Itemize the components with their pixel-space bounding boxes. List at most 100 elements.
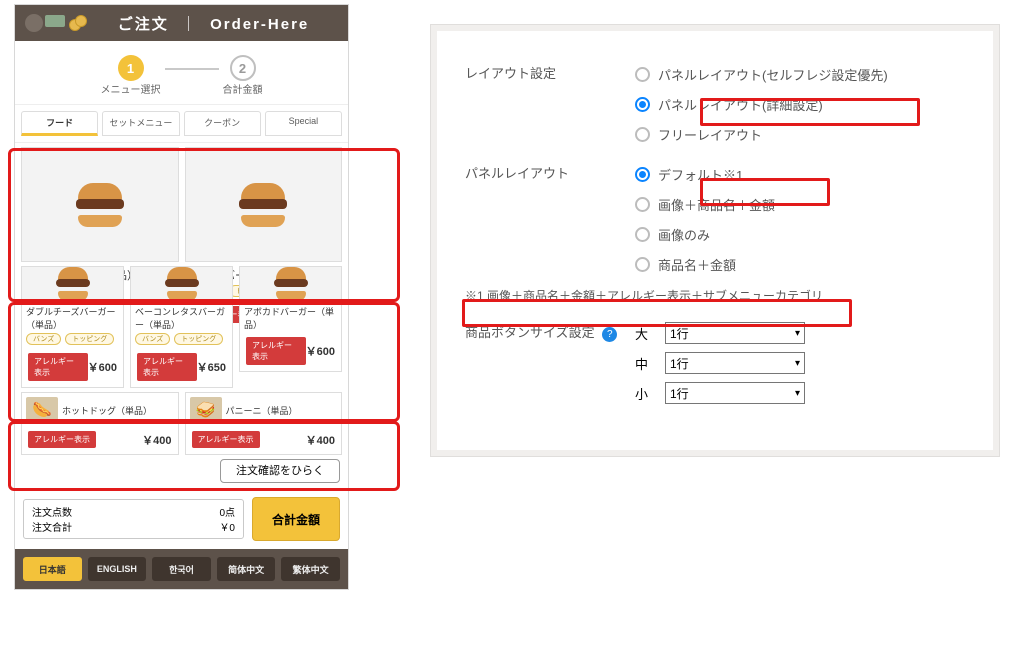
size-row-small: 小 1行▾: [635, 378, 965, 408]
card-footer: アレルギー表示￥650: [131, 349, 232, 387]
item-price: ￥600: [306, 343, 335, 359]
layout-option-free[interactable]: フリーレイアウト: [635, 119, 965, 149]
radio-icon: [635, 257, 650, 272]
category-tabs: フード セットメニュー クーポン Special: [15, 104, 348, 143]
radio-icon: [635, 167, 650, 182]
menu-row-small: 🌭 ホットドッグ（単品） アレルギー表示 ￥400 🥪 パニーニ（単品） アレルギー表…: [21, 392, 342, 455]
menu-card-medium[interactable]: ダブルチーズバーガー（単品） バンズトッピング アレルギー表示￥600: [21, 266, 124, 388]
header-title: ご注文 ｜ Order-Here: [89, 13, 338, 34]
menu-card-small[interactable]: 🥪 パニーニ（単品） アレルギー表示￥400: [185, 392, 343, 455]
burger-image: [240, 267, 341, 301]
menu-row-large: ハンバーガー（単品） バンズ トッピング アレルギー表示 ￥400 チーズバーガ…: [21, 147, 342, 262]
tab-special[interactable]: Special: [265, 111, 342, 136]
menu-card-small[interactable]: 🌭 ホットドッグ（単品） アレルギー表示 ￥400: [21, 392, 179, 455]
allergy-badge[interactable]: アレルギー表示: [192, 431, 260, 448]
step-1-circle: 1: [118, 55, 144, 81]
size-small-select[interactable]: 1行▾: [665, 382, 805, 404]
item-price: ￥600: [88, 359, 117, 375]
radio-icon: [635, 227, 650, 242]
size-small-label: 小: [635, 384, 655, 403]
button-size-row: 商品ボタンサイズ設定 ? 大 1行▾ 中 1行▾ 小 1行▾: [465, 318, 965, 408]
order-summary: 注文点数0点 注文合計￥0 合計金額: [15, 489, 348, 549]
total-amount-button[interactable]: 合計金額: [252, 497, 340, 541]
radio-icon: [635, 127, 650, 142]
card-footer: アレルギー表示￥400: [186, 427, 342, 454]
step-2-label: 合計金額: [223, 81, 263, 96]
count-value: 0点: [219, 504, 235, 519]
step-indicator: 1 メニュー選択 2 合計金額: [15, 41, 348, 104]
chip-buns: バンズ: [135, 333, 170, 345]
panel-option-img-only[interactable]: 画像のみ: [635, 219, 965, 249]
card-footer: アレルギー表示￥600: [240, 333, 341, 371]
panel-option-name-price[interactable]: 商品名＋金額: [635, 249, 965, 279]
money-bill-icon: [45, 15, 65, 27]
menu-card-large[interactable]: ハンバーガー（単品） バンズ トッピング アレルギー表示 ￥400: [21, 147, 179, 262]
layout-option-detailed[interactable]: パネルレイアウト(詳細設定): [635, 89, 965, 119]
step-1-label: メニュー選択: [101, 81, 161, 96]
radio-icon: [635, 67, 650, 82]
card-footer: アレルギー表示 ￥400: [22, 427, 178, 454]
burger-image: [131, 267, 232, 301]
layout-option-selfreg[interactable]: パネルレイアウト(セルフレジ設定優先): [635, 59, 965, 89]
summary-box: 注文点数0点 注文合計￥0: [23, 499, 244, 539]
title-ja: ご注文: [118, 16, 169, 33]
size-large-select[interactable]: 1行▾: [665, 322, 805, 344]
menu-card-large[interactable]: チーズバーガー（単品） バンズ トッピング アレルギー表示 ￥500: [185, 147, 343, 262]
step-2-circle: 2: [230, 55, 256, 81]
item-name: ベーコンレタスバーガー（単品）: [131, 301, 232, 333]
radio-icon: [635, 97, 650, 112]
tab-coupon[interactable]: クーポン: [184, 111, 261, 136]
item-name: パニーニ（単品）: [226, 404, 298, 417]
item-name: ダブルチーズバーガー（単品）: [22, 301, 123, 333]
chevron-down-icon: ▾: [795, 388, 800, 399]
panel-layout-row: パネルレイアウト デフォルト※1 画像＋商品名＋金額 画像のみ 商品名＋金額: [465, 159, 965, 279]
radio-icon: [635, 197, 650, 212]
allergy-badge[interactable]: アレルギー表示: [246, 337, 306, 365]
chevron-down-icon: ▾: [795, 358, 800, 369]
lang-ja[interactable]: 日本語: [23, 557, 82, 581]
submenu-chips: バンズトッピング: [131, 333, 232, 349]
hotdog-image: 🌭: [26, 397, 58, 423]
size-row-large: 大 1行▾: [635, 318, 965, 348]
burger-image: [22, 148, 178, 261]
item-name: ホットドッグ（単品）: [62, 404, 152, 417]
lang-en[interactable]: ENGLISH: [88, 557, 147, 581]
lang-zht[interactable]: 繁体中文: [281, 557, 340, 581]
panel-option-img-name-price[interactable]: 画像＋商品名＋金額: [635, 189, 965, 219]
allergy-badge[interactable]: アレルギー表示: [28, 353, 88, 381]
allergy-badge[interactable]: アレルギー表示: [28, 431, 96, 448]
panini-image: 🥪: [190, 397, 222, 423]
help-icon[interactable]: ?: [602, 327, 617, 342]
panel-option-default[interactable]: デフォルト※1: [635, 159, 965, 189]
menu-card-medium[interactable]: ベーコンレタスバーガー（単品） バンズトッピング アレルギー表示￥650: [130, 266, 233, 388]
card-footer: アレルギー表示￥600: [22, 349, 123, 387]
lang-ko[interactable]: 한국어: [152, 557, 211, 581]
kiosk-header: ご注文 ｜ Order-Here: [15, 5, 348, 41]
chip-topping: トッピング: [174, 333, 223, 345]
lang-zhs[interactable]: 简体中文: [217, 557, 276, 581]
allergy-badge[interactable]: アレルギー表示: [137, 353, 197, 381]
tab-food[interactable]: フード: [21, 111, 98, 136]
open-order-confirm-button[interactable]: 注文確認をひらく: [220, 459, 340, 483]
submenu-chips: バンズトッピング: [22, 333, 123, 349]
step-1: 1 メニュー選択: [101, 55, 161, 96]
size-medium-label: 中: [635, 354, 655, 373]
menu-grid: ハンバーガー（単品） バンズ トッピング アレルギー表示 ￥400 チーズバーガ…: [15, 143, 348, 459]
title-en: Order-Here: [210, 16, 309, 33]
item-name: アボカドバーガー（単品）: [240, 301, 341, 333]
size-medium-select[interactable]: 1行▾: [665, 352, 805, 374]
size-row-medium: 中 1行▾: [635, 348, 965, 378]
tab-set[interactable]: セットメニュー: [102, 111, 179, 136]
title-separator: ｜: [181, 16, 198, 33]
size-large-label: 大: [635, 324, 655, 343]
panel-layout-label: パネルレイアウト: [465, 159, 635, 182]
default-layout-note: ※1 画像＋商品名＋金額＋アレルギー表示＋サブメニューカテゴリ: [465, 287, 965, 304]
step-2: 2 合計金額: [223, 55, 263, 96]
layout-setting-row: レイアウト設定 パネルレイアウト(セルフレジ設定優先) パネルレイアウト(詳細設…: [465, 59, 965, 149]
item-price: ￥400: [142, 432, 171, 448]
coins-icon: [69, 15, 89, 31]
menu-card-medium[interactable]: アボカドバーガー（単品） アレルギー表示￥600: [239, 266, 342, 372]
sum-label: 注文合計: [32, 519, 72, 534]
chevron-down-icon: ▾: [795, 328, 800, 339]
language-bar: 日本語 ENGLISH 한국어 简体中文 繁体中文: [15, 549, 348, 589]
